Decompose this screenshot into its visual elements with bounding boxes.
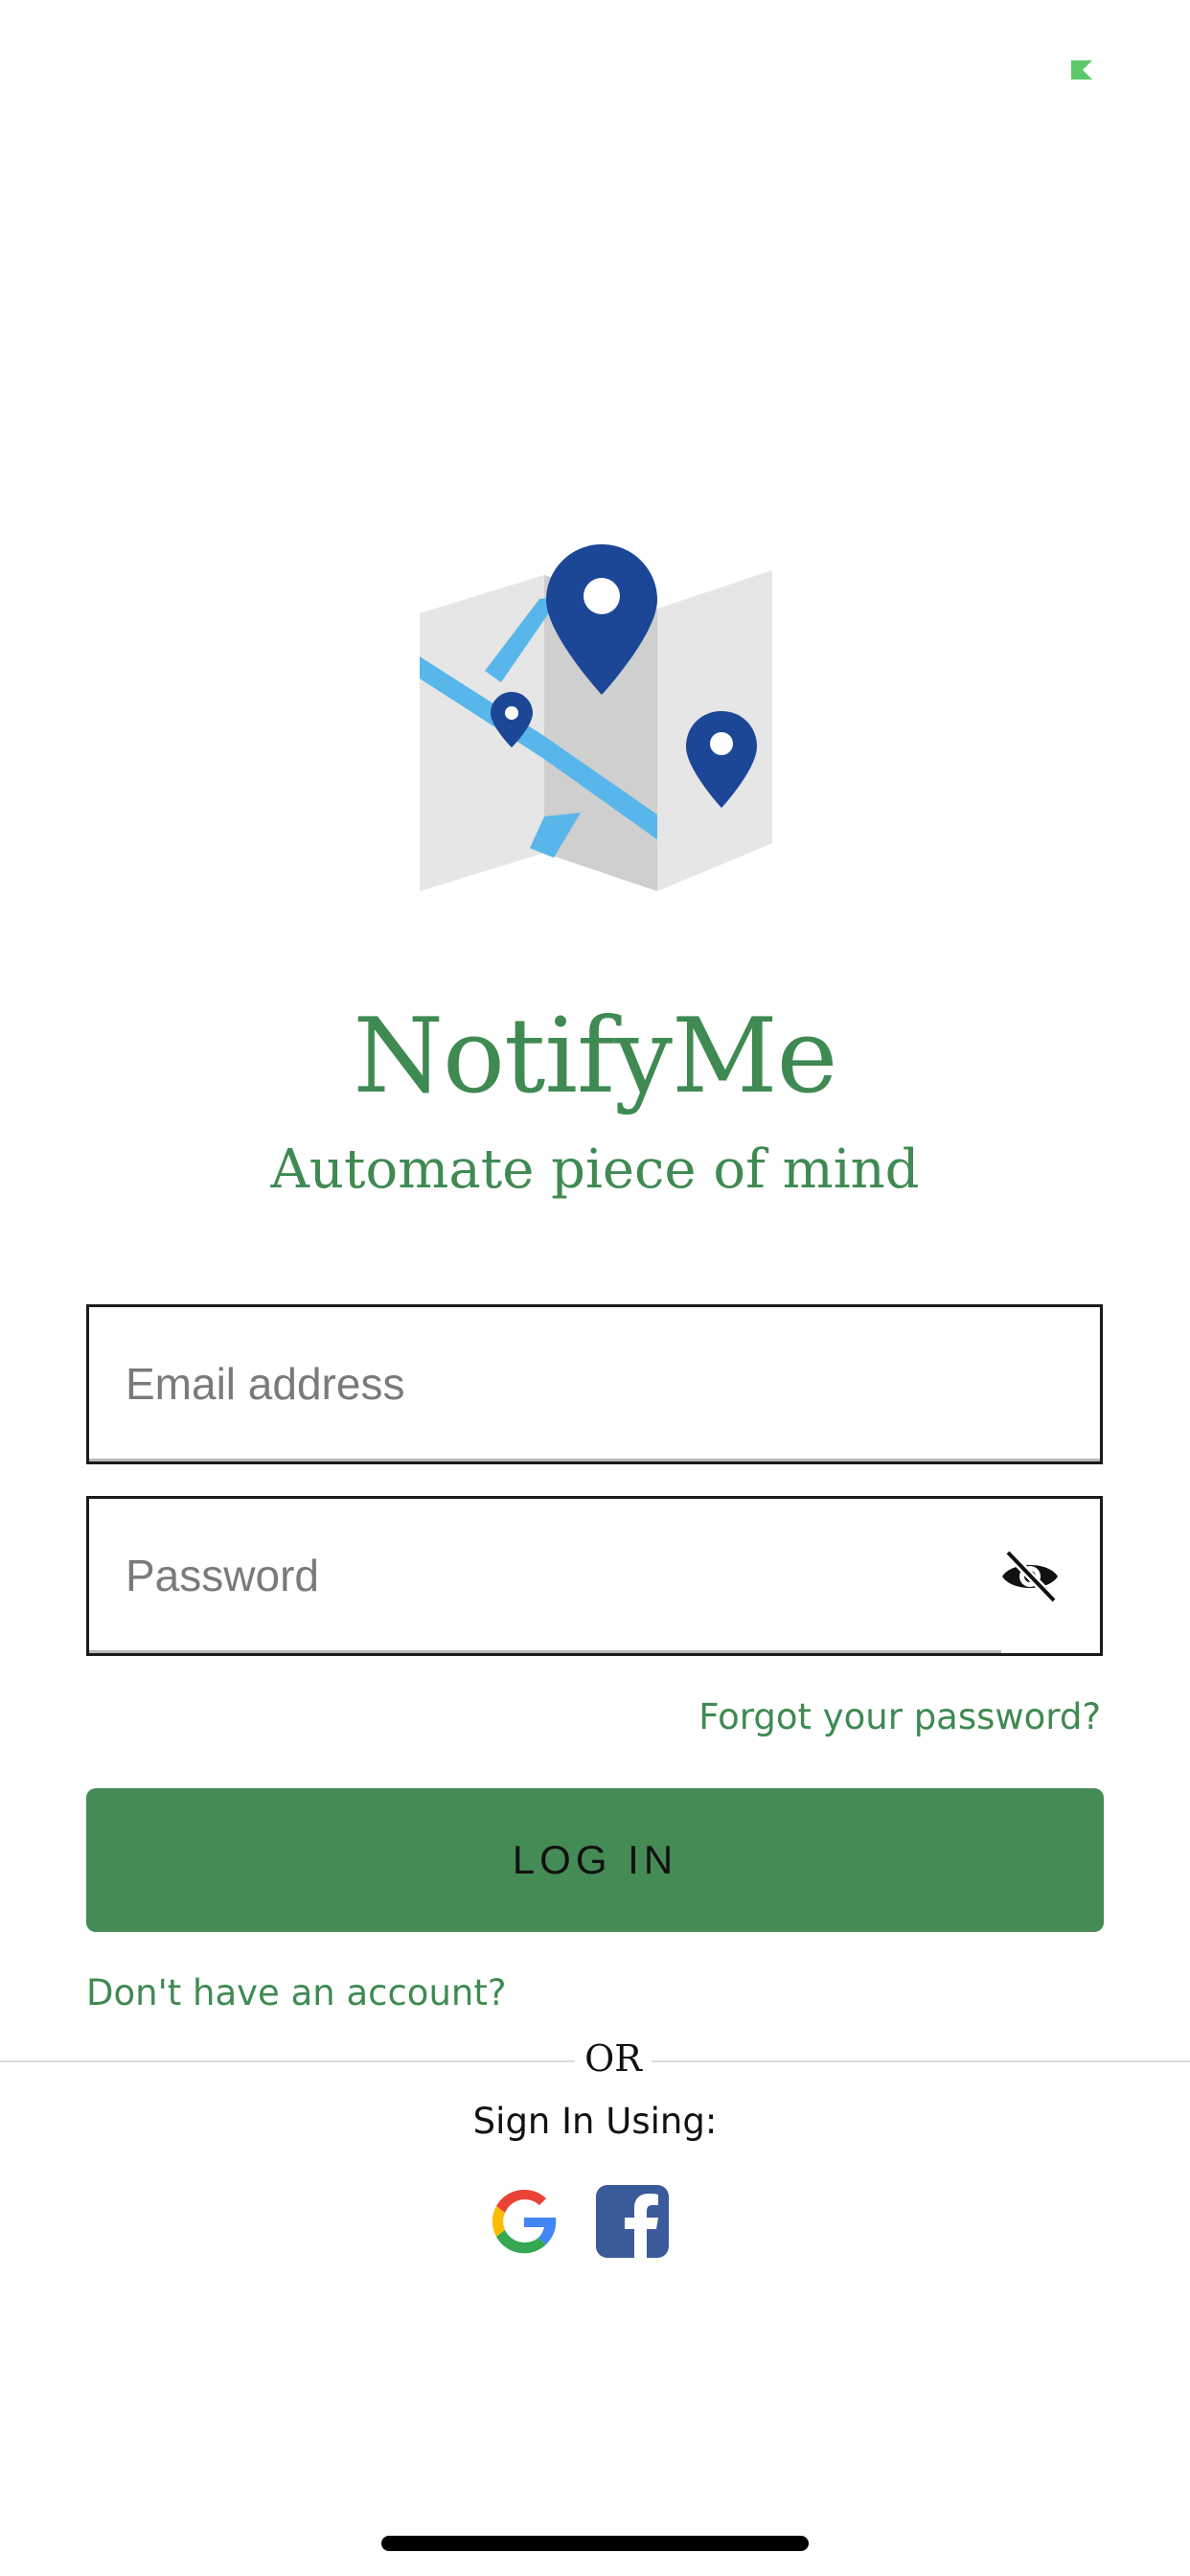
email-input[interactable]: [126, 1346, 988, 1422]
password-field[interactable]: [86, 1496, 1103, 1656]
login-button[interactable]: LOG IN: [86, 1788, 1104, 1932]
password-input[interactable]: [126, 1537, 892, 1614]
status-indicator-icon: [1069, 58, 1094, 81]
google-signin-button[interactable]: [486, 2183, 562, 2260]
email-field[interactable]: [86, 1304, 1103, 1464]
divider-or-text: OR: [584, 2037, 642, 2080]
signup-link[interactable]: Don't have an account?: [86, 1972, 507, 2013]
facebook-icon: [596, 2185, 669, 2258]
eye-slash-icon[interactable]: [998, 1547, 1062, 1606]
email-field-underline: [89, 1459, 1100, 1461]
divider-line-right: [652, 2060, 1190, 2062]
social-signin-label: Sign In Using:: [472, 2101, 718, 2142]
facebook-signin-button[interactable]: [594, 2183, 671, 2260]
folded-map-logo-icon: [410, 537, 784, 901]
password-field-underline: [89, 1650, 1001, 1653]
google-icon: [492, 2189, 557, 2254]
home-indicator[interactable]: [381, 2536, 809, 2551]
forgot-password-link[interactable]: Forgot your password?: [698, 1696, 1101, 1737]
divider-line-left: [0, 2060, 575, 2062]
app-title: NotifyMe: [353, 997, 838, 1116]
app-tagline: Automate piece of mind: [270, 1138, 920, 1201]
